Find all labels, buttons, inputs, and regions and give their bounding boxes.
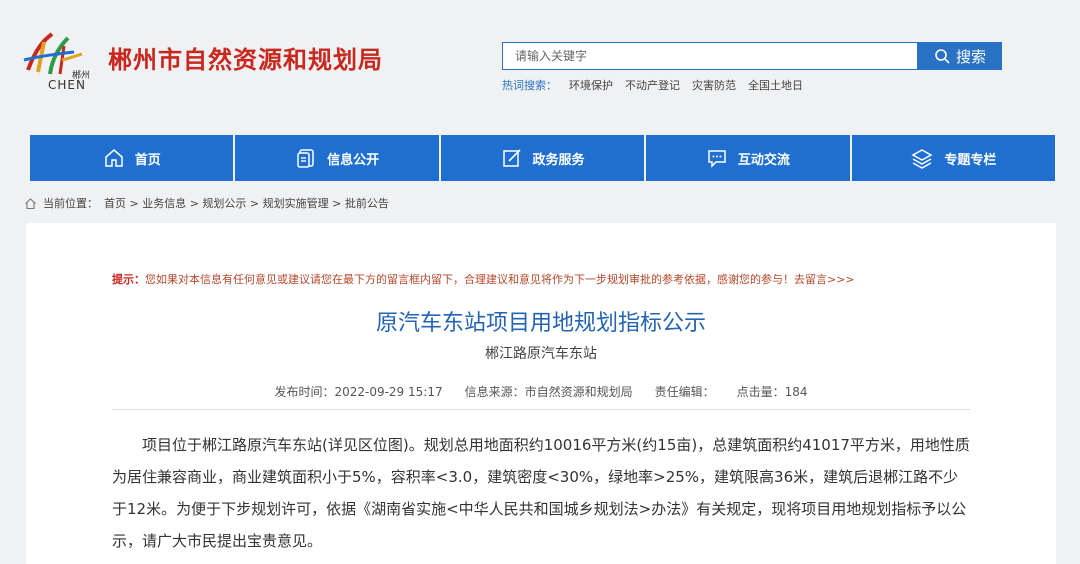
hot-word-link[interactable]: 不动产登记 xyxy=(625,77,680,93)
site-header: 郴州 CHEN 郴州市自然资源和规划局 搜索 热词搜索： 环境保护 不动产登记 … xyxy=(0,0,1080,135)
search-button[interactable]: 搜索 xyxy=(918,42,1002,70)
nav-item-label: 首页 xyxy=(134,152,161,168)
view-count: 点击量：184 xyxy=(736,385,808,399)
divider xyxy=(112,409,970,410)
hot-words: 热词搜索： 环境保护 不动产登记 灾害防范 全国土地日 xyxy=(502,77,803,93)
article-panel: 提示：您如果对本信息有任何意见或建议请您在最下方的留言框内留下，合理建议和意见将… xyxy=(26,223,1056,564)
home-icon xyxy=(25,197,36,209)
hot-words-label: 热词搜索： xyxy=(502,79,557,92)
article-body: 项目位于郴江路原汽车东站(详见区位图)。规划总用地面积约10016平方米(约15… xyxy=(112,436,970,550)
breadcrumb-path[interactable]: 首页 > 业务信息 > 规划公示 > 规划实施管理 > 批前公告 xyxy=(104,195,389,211)
info-source: 信息来源：市自然资源和规划局 xyxy=(464,385,633,399)
hot-word-link[interactable]: 环境保护 xyxy=(569,77,613,93)
home-icon xyxy=(104,149,123,167)
hot-word-link[interactable]: 灾害防范 xyxy=(692,77,736,93)
breadcrumb: 当前位置： 首页 > 业务信息 > 规划公示 > 规划实施管理 > 批前公告 xyxy=(24,195,389,211)
responsible-editor: 责任编辑： xyxy=(654,385,715,399)
hot-word-link[interactable]: 全国土地日 xyxy=(748,77,803,93)
nav-item-label: 专题专栏 xyxy=(944,152,997,168)
nav-item-label: 信息公开 xyxy=(327,152,380,168)
nav-item-label: 政务服务 xyxy=(532,152,585,168)
notice-bar: 提示：您如果对本信息有任何意见或建议请您在最下方的留言框内留下，合理建议和意见将… xyxy=(112,271,855,287)
nav-item-label: 互动交流 xyxy=(737,152,790,168)
breadcrumb-label: 当前位置： xyxy=(43,197,98,210)
site-title[interactable]: 郴州市自然资源和规划局 xyxy=(108,40,383,75)
main-nav: 首页 信息公开 政务服务 互动交流 专题专栏 xyxy=(30,135,1056,181)
nav-item-interaction[interactable]: 互动交流 xyxy=(646,135,852,181)
chat-icon xyxy=(708,150,726,168)
nav-item-home[interactable]: 首页 xyxy=(30,135,236,181)
edit-icon xyxy=(502,149,521,167)
search-icon xyxy=(935,49,950,64)
search-button-label: 搜索 xyxy=(955,47,986,66)
search-input[interactable] xyxy=(503,43,917,69)
site-logo[interactable]: 郴州 CHEN xyxy=(22,30,102,96)
article-meta: 发布时间：2022-09-29 15:17 信息来源：市自然资源和规划局 责任编… xyxy=(26,383,1056,400)
article-subtitle: 郴江路原汽车东站 xyxy=(485,346,597,362)
nav-item-gov-services[interactable]: 政务服务 xyxy=(440,135,647,181)
notice-text[interactable]: 您如果对本信息有任何意见或建议请您在最下方的留言框内留下，合理建议和意见将作为下… xyxy=(145,273,855,286)
document-icon xyxy=(297,149,314,168)
nav-item-special-topics[interactable]: 专题专栏 xyxy=(851,135,1056,181)
publish-time: 发布时间：2022-09-29 15:17 xyxy=(274,385,443,399)
logo-text-en: CHEN xyxy=(48,78,86,92)
article-title: 原汽车东站项目用地规划指标公示 xyxy=(375,311,706,336)
nav-item-info-disclosure[interactable]: 信息公开 xyxy=(235,135,441,181)
notice-label: 提示： xyxy=(112,273,145,286)
search-box xyxy=(502,42,918,70)
layers-icon xyxy=(911,149,933,169)
